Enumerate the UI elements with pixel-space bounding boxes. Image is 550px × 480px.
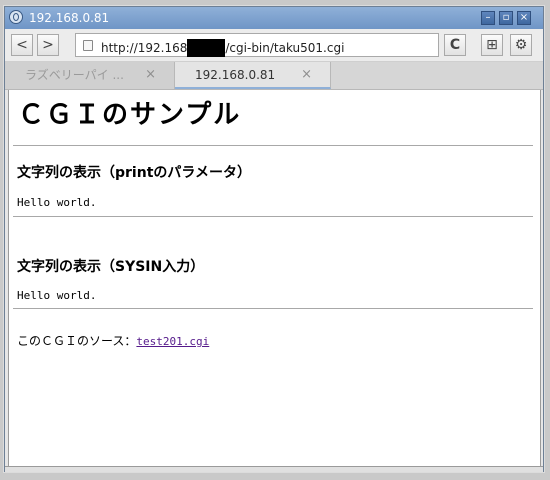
new-tab-button[interactable]: ⊞ <box>481 34 503 56</box>
address-bar[interactable]: http://192.168/cgi-bin/taku501.cgi <box>75 33 439 57</box>
url-suffix: /cgi-bin/taku501.cgi <box>225 41 345 55</box>
tab-label: ラズベリーパイ ... <box>25 68 124 82</box>
divider <box>13 308 533 309</box>
divider <box>13 216 533 217</box>
navigation-toolbar: < > http://192.168/cgi-bin/taku501.cgi C… <box>5 29 543 62</box>
url-prefix: http://192.168 <box>101 41 188 55</box>
window-title: 192.168.0.81 <box>29 11 110 25</box>
tab-label: 192.168.0.81 <box>195 68 276 82</box>
page-icon <box>83 40 93 51</box>
source-label: このＣＧＩのソース： <box>17 334 137 348</box>
tab-close-icon[interactable]: × <box>145 62 156 88</box>
forward-button[interactable]: > <box>37 34 59 56</box>
url-text: http://192.168/cgi-bin/taku501.cgi <box>101 39 344 57</box>
sysin-output: Hello world. <box>17 289 97 302</box>
source-line: このＣＧＩのソース：test201.cgi <box>17 332 209 349</box>
page-content: ＣＧＩのサンプル 文字列の表示（printのパラメータ） Hello world… <box>8 90 541 466</box>
redacted-block <box>187 39 226 57</box>
tab-bar: ラズベリーパイ ... × 192.168.0.81 × <box>5 62 543 90</box>
minimize-button[interactable]: – <box>481 11 495 25</box>
maximize-button[interactable]: ▫ <box>499 11 513 25</box>
print-output: Hello world. <box>17 196 97 209</box>
section-heading-print: 文字列の表示（printのパラメータ） <box>17 165 251 181</box>
browser-window: 192.168.0.81 – ▫ × < > http://192.168/cg… <box>4 6 544 472</box>
status-bar <box>5 466 543 472</box>
source-link[interactable]: test201.cgi <box>136 335 209 348</box>
browser-globe-icon <box>9 10 23 24</box>
section-heading-sysin: 文字列の表示（SYSIN入力） <box>17 259 205 275</box>
tab-close-icon[interactable]: × <box>301 62 312 88</box>
back-button[interactable]: < <box>11 34 33 56</box>
page-title: ＣＧＩのサンプル <box>18 100 242 130</box>
reload-button[interactable]: C <box>444 34 466 56</box>
settings-gear-icon[interactable]: ⚙ <box>510 34 532 56</box>
close-button[interactable]: × <box>517 11 531 25</box>
tab-192-168-0-81[interactable]: 192.168.0.81 × <box>175 62 331 89</box>
divider <box>13 145 533 146</box>
title-bar[interactable]: 192.168.0.81 – ▫ × <box>5 7 543 29</box>
tab-raspberry-pi[interactable]: ラズベリーパイ ... × <box>5 62 175 89</box>
